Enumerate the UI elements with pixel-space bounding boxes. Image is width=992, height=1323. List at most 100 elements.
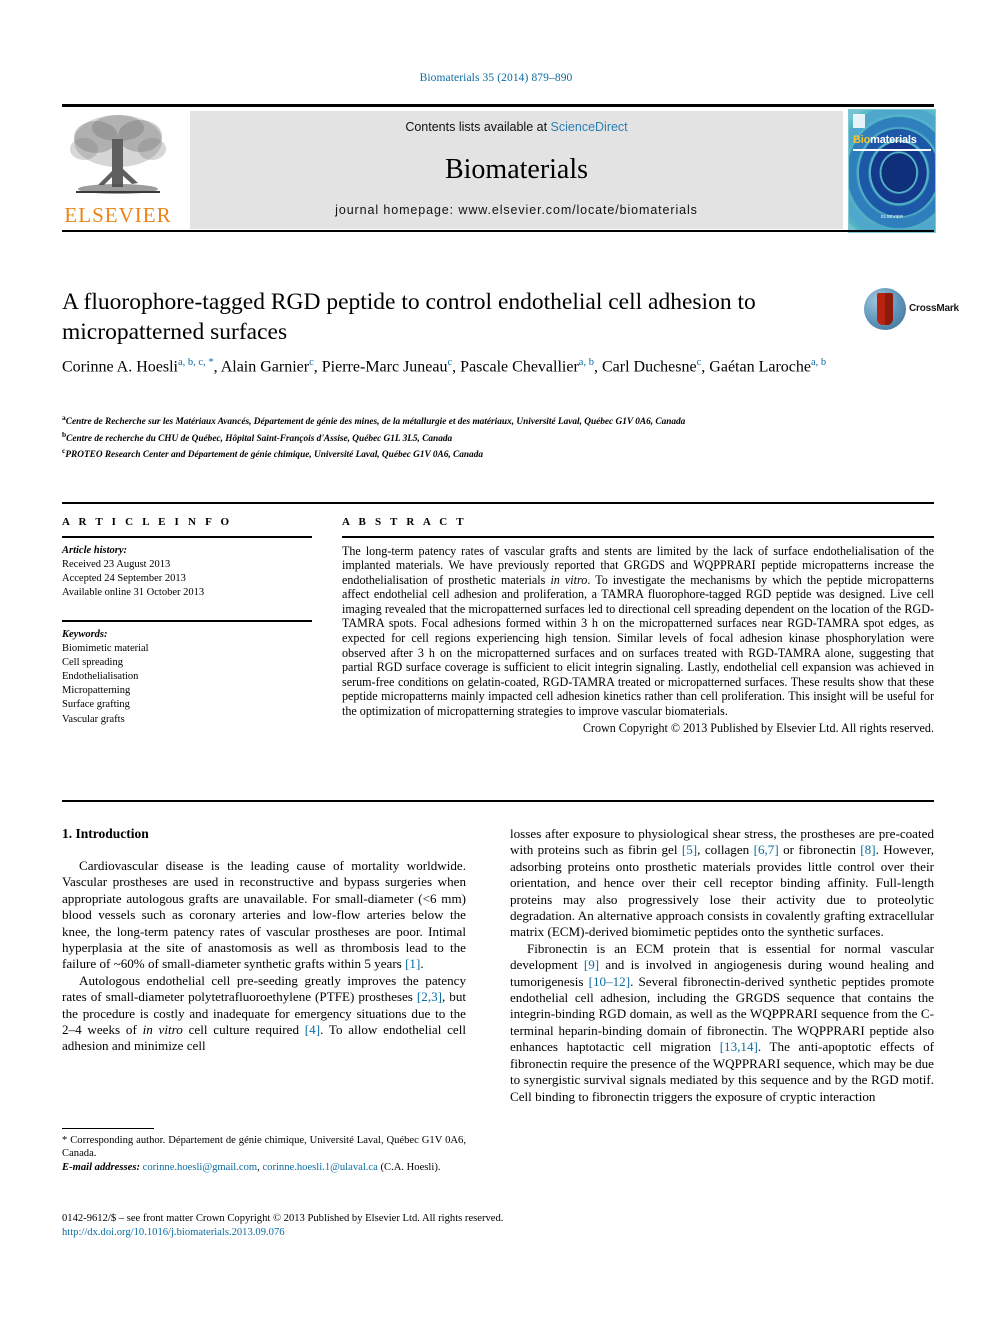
citation-link[interactable]: [4]: [305, 1022, 320, 1037]
info-band-top-rule: [62, 502, 934, 504]
article-title: A fluorophore-tagged RGD peptide to cont…: [62, 289, 756, 345]
email-label: E-mail addresses:: [62, 1161, 140, 1173]
affiliation-marker: b: [62, 429, 67, 439]
history-item: Accepted 24 September 2013: [62, 572, 186, 584]
crossmark-book-icon: [877, 293, 893, 325]
body-paragraph: Cardiovascular disease is the leading ca…: [62, 858, 466, 972]
affiliation-item: aCentre de Recherche sur les Matériaux A…: [62, 413, 686, 428]
paper-page: Biomaterials 35 (2014) 879–890 ELSEVIER …: [0, 0, 992, 1323]
journal-masthead: ELSEVIER Contents lists available at Sci…: [62, 104, 936, 233]
contents-prefix: Contents lists available at: [405, 120, 548, 134]
body-paragraph: losses after exposure to physiological s…: [510, 826, 934, 940]
cover-title: Biomaterials: [853, 134, 917, 146]
contents-band: Contents lists available at ScienceDirec…: [190, 111, 843, 229]
masthead-bottom-rule: [62, 230, 934, 232]
keyword-item: Cell spreading: [62, 656, 123, 668]
article-history-label: Article history:: [62, 544, 128, 556]
author-affiliation-marker: c: [309, 357, 314, 368]
author-affiliation-marker: a, b, c, *: [178, 357, 214, 368]
citation-link[interactable]: [5]: [682, 842, 697, 857]
masthead-top-rule: [62, 104, 934, 107]
abstract-heading: A B S T R A C T: [342, 516, 467, 528]
history-item: Received 23 August 2013: [62, 558, 171, 570]
author-name: Alain Garnier: [220, 358, 310, 376]
author-affiliation-marker: c: [447, 357, 453, 368]
author-name: Carl Duchesne: [601, 358, 697, 376]
crossmark-badge[interactable]: CrossMark: [864, 288, 959, 332]
colophon-line: 0142-9612/$ – see front matter Crown Cop…: [62, 1213, 504, 1224]
keyword-item: Surface grafting: [62, 699, 130, 711]
elsevier-logo: ELSEVIER: [62, 111, 174, 229]
author-affiliation-marker: a, b: [578, 357, 594, 368]
citation-link[interactable]: [2,3]: [417, 989, 442, 1004]
abstract-italic-term: in vitro: [550, 572, 588, 587]
affiliation-list: aCentre de Recherche sur les Matériaux A…: [62, 412, 882, 462]
body-paragraph: Fibronectin is an ECM protein that is es…: [510, 940, 935, 1104]
abstract-text: The long-term patency rates of vascular …: [342, 543, 934, 719]
citation-link[interactable]: [8]: [860, 842, 875, 857]
cover-underline: [853, 149, 931, 151]
article-info-rule: [62, 536, 312, 538]
abstract-rule: [342, 536, 934, 538]
journal-cover-thumbnail: Biomaterials ELSEVIER: [848, 109, 936, 233]
elsevier-tree-icon: [70, 115, 166, 194]
citation-link[interactable]: [13,14]: [720, 1039, 758, 1054]
contents-available-line: Contents lists available at ScienceDirec…: [190, 120, 843, 134]
author-affiliation-marker: a, b: [811, 357, 827, 368]
colophon: 0142-9612/$ – see front matter Crown Cop…: [62, 1212, 762, 1240]
email-link-2[interactable]: corinne.hoesli.1@ulaval.ca: [262, 1162, 377, 1173]
sciencedirect-link[interactable]: ScienceDirect: [551, 120, 628, 134]
corresponding-author-note: * Corresponding author. Département de g…: [62, 1135, 466, 1160]
email-separator: ,: [257, 1161, 260, 1173]
keyword-item: Endothelialisation: [62, 671, 139, 683]
history-item: Available online 31 October 2013: [62, 586, 205, 598]
author-name: Gaétan Laroche: [709, 358, 811, 376]
keywords-rule: [62, 620, 312, 622]
info-band-bottom-rule: [62, 800, 934, 802]
cover-title-bio: Bio: [853, 134, 871, 146]
footnote-rule: [62, 1128, 154, 1130]
body-column-left: 1. Introduction Cardiovascular disease i…: [62, 826, 466, 1055]
article-info-column: A R T I C L E I N F O Article history: R…: [62, 516, 312, 727]
doi-link[interactable]: http://dx.doi.org/10.1016/j.biomaterials…: [62, 1226, 762, 1240]
keyword-item: Biomimetic material: [62, 642, 149, 654]
author-affiliation-marker: c: [696, 357, 702, 368]
abstract-copyright: Crown Copyright © 2013 Published by Else…: [582, 720, 934, 735]
body-paragraph: Autologous endothelial cell pre-seeding …: [62, 972, 467, 1054]
email-attribution: (C.A. Hoesli).: [380, 1161, 441, 1173]
citation-link[interactable]: [9]: [584, 957, 599, 972]
citation-link[interactable]: [10–12]: [589, 974, 630, 989]
affiliation-item: bCentre de recherche du CHU de Québec, H…: [62, 429, 453, 444]
author-name: Pascale Chevallier: [460, 358, 579, 376]
journal-title: Biomaterials: [444, 154, 589, 185]
author-list: Corinne A. Hoeslia, b, c, *, Alain Garni…: [62, 357, 827, 376]
elsevier-wordmark: ELSEVIER: [64, 203, 172, 227]
affiliation-item: cPROTEO Research Center and Département …: [62, 446, 483, 461]
cover-footer: ELSEVIER: [880, 214, 903, 219]
left-paragraphs: Cardiovascular disease is the leading ca…: [62, 858, 466, 1055]
body-column-right: losses after exposure to physiological s…: [510, 826, 934, 1105]
section-heading-introduction: 1. Introduction: [62, 826, 149, 841]
keyword-item: Vascular grafts: [62, 713, 125, 725]
article-info-heading: A R T I C L E I N F O: [62, 516, 233, 528]
citation-link[interactable]: [1]: [405, 956, 420, 971]
article-history-list: Received 23 August 2013 Accepted 24 Sept…: [62, 558, 312, 601]
journal-homepage-line[interactable]: journal homepage: www.elsevier.com/locat…: [190, 203, 843, 217]
italic-term: in vitro: [142, 1022, 183, 1038]
keywords-label: Keywords:: [62, 628, 108, 640]
affiliation-marker: a: [62, 413, 66, 422]
abstract-column: A B S T R A C T The long-term patency ra…: [342, 516, 934, 735]
footnote-block: * Corresponding author. Département de g…: [62, 1134, 466, 1174]
cover-publisher-mark-icon: [853, 114, 865, 128]
crossmark-label: CrossMark: [909, 303, 959, 314]
keywords-block: Keywords: Biomimetic material Cell sprea…: [62, 620, 312, 727]
author-name: Pierre-Marc Juneau: [321, 358, 448, 376]
running-head: Biomaterials 35 (2014) 879–890: [419, 72, 573, 84]
email-link-1[interactable]: corinne.hoesli@gmail.com: [143, 1162, 258, 1173]
keyword-item: Micropatterning: [62, 685, 131, 697]
cover-title-materials: materials: [870, 134, 917, 146]
email-note: E-mail addresses: corinne.hoesli@gmail.c…: [62, 1161, 466, 1174]
affiliation-marker: c: [62, 446, 66, 455]
right-paragraphs: losses after exposure to physiological s…: [510, 826, 934, 1105]
citation-link[interactable]: [6,7]: [754, 842, 779, 857]
